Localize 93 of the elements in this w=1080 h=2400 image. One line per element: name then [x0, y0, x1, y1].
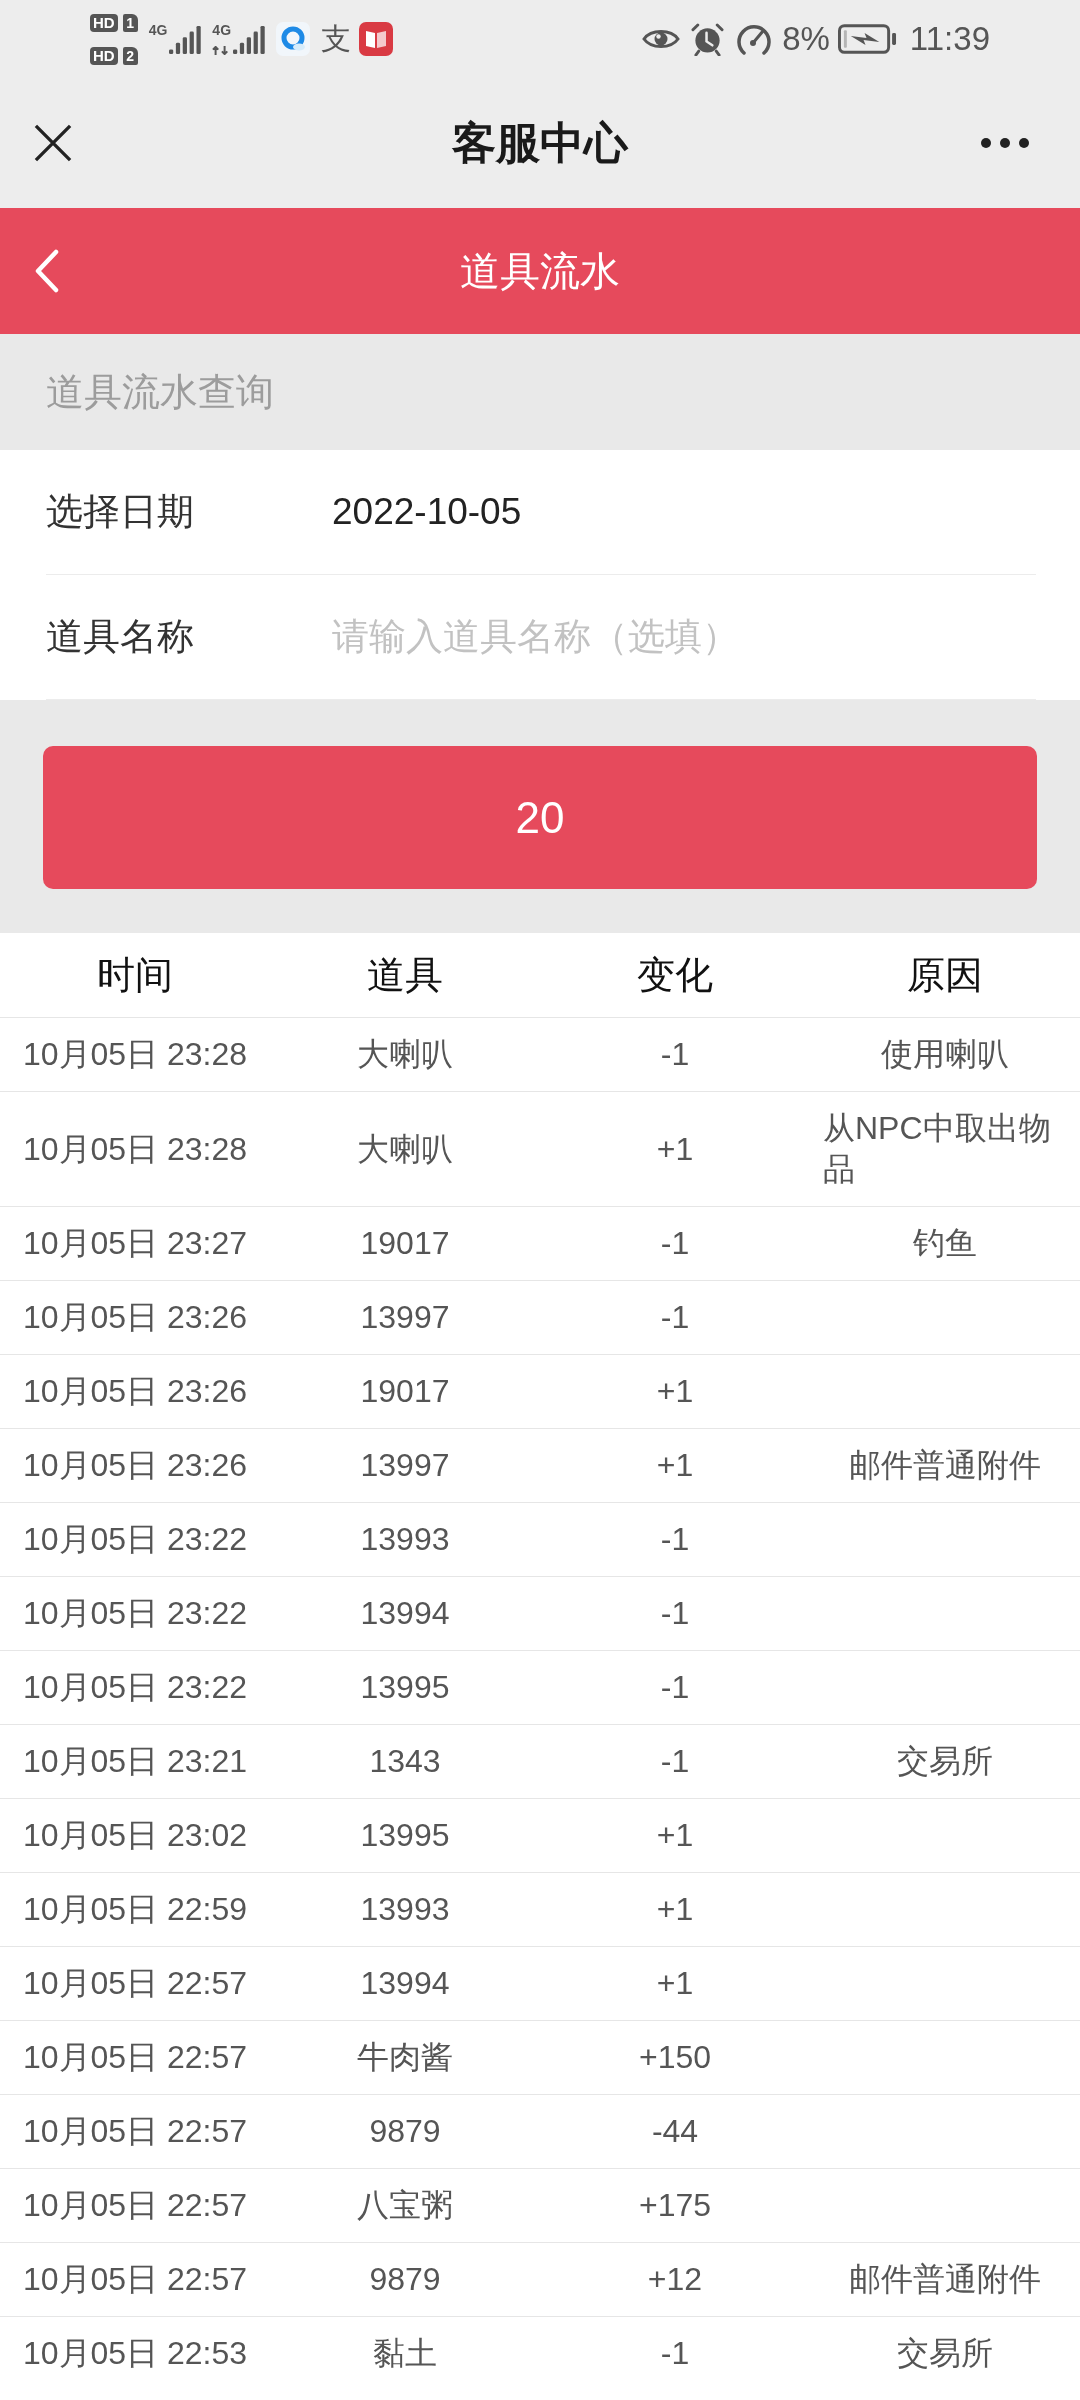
- column-header: 时间: [96, 952, 174, 998]
- table-cell-text: 交易所: [897, 1742, 993, 1781]
- table-cell-text: 10月05日 23:21: [21, 1742, 249, 1781]
- book-app-icon: [359, 22, 394, 56]
- column-header: 道具: [366, 952, 444, 998]
- table-cell-text: 10月05日 23:22: [21, 1594, 249, 1633]
- alarm-clock-icon: [691, 22, 725, 56]
- table-cell-text: +1: [655, 1890, 695, 1929]
- more-dots-icon: [980, 137, 1030, 149]
- sim-slot-badge: 1: [122, 13, 138, 32]
- table-cell-text: +1: [655, 1446, 695, 1485]
- battery-charging-icon: [837, 24, 897, 54]
- table-cell-text: +1: [655, 1129, 695, 1169]
- table-cell-text: 八宝粥: [356, 2186, 454, 2225]
- table-cell-text: 10月05日 23:26: [21, 1446, 249, 1485]
- sim-hd-badge: HD: [90, 46, 118, 65]
- table-cell-text: -44: [650, 2112, 700, 2151]
- page-title: 道具流水: [460, 247, 620, 295]
- table-cell-text: 10月05日 22:57: [21, 2260, 249, 2299]
- table-cell-text: 13994: [359, 1594, 451, 1633]
- table-cell-text: +1: [655, 1816, 695, 1855]
- app-logo-glyph: 支: [321, 23, 352, 55]
- table-cell-text: 10月05日 22:57: [21, 2038, 249, 2077]
- back-chevron-icon: [34, 249, 60, 293]
- table-cell-text: 13995: [359, 1816, 451, 1855]
- table-cell-text: -1: [659, 2334, 691, 2373]
- network-type-label: 4G: [212, 23, 232, 37]
- table-cell-text: 19017: [359, 1372, 451, 1411]
- table-cell-text: 10月05日 22:57: [21, 1964, 249, 2003]
- table-cell-text: 黏土: [372, 2334, 438, 2373]
- table-cell-text: 10月05日 22:59: [21, 1890, 249, 1929]
- table-cell-text: 13993: [359, 1890, 451, 1929]
- table-cell-text: 10月05日 22:53: [21, 2334, 249, 2373]
- query-button[interactable]: 20: [43, 746, 1037, 889]
- table-cell-text: -1: [659, 1298, 691, 1337]
- table-cell-text: 13994: [359, 1964, 451, 2003]
- table-cell-text: 19017: [359, 1224, 451, 1263]
- table-cell-text: 10月05日 23:22: [21, 1520, 249, 1559]
- table-cell-text: 10月05日 23:26: [21, 1298, 249, 1337]
- table-cell-text: 邮件普通附件: [849, 2260, 1041, 2299]
- item-name-input[interactable]: 请输入道具名称（选填）: [332, 616, 1036, 658]
- network-type-label: 4G: [148, 23, 168, 37]
- table-cell-text: 1343: [368, 1742, 442, 1781]
- field-label: 选择日期: [46, 490, 195, 534]
- signal-bars-icon: [233, 25, 266, 55]
- date-field[interactable]: 2022-10-05: [332, 491, 522, 533]
- section-label: 道具流水查询: [46, 369, 274, 415]
- table-cell-text: 使用喇叭: [881, 1035, 1009, 1074]
- table-cell-text: +12: [646, 2260, 704, 2299]
- table-cell-text: -1: [659, 1668, 691, 1707]
- table-cell-text: 10月05日 23:28: [21, 1129, 249, 1169]
- clock-time: 11:39: [909, 20, 990, 58]
- table-cell-text: 10月05日 23:26: [21, 1372, 249, 1411]
- table-cell-text: -1: [659, 1224, 691, 1263]
- table-cell-text: 10月05日 23:02: [21, 1816, 249, 1855]
- table-cell-text: -1: [659, 1520, 691, 1559]
- close-icon: [34, 124, 72, 162]
- table-cell-text: 13993: [359, 1520, 451, 1559]
- table-cell-text: 大喇叭: [356, 1035, 454, 1074]
- column-header: 变化: [636, 952, 714, 998]
- table-cell-text: 10月05日 23:22: [21, 1668, 249, 1707]
- table-cell-text: 13997: [359, 1446, 451, 1485]
- table-cell-text: 钓鱼: [913, 1224, 977, 1263]
- table-cell-text: +150: [637, 2038, 713, 2077]
- table-cell-text: +1: [655, 1964, 695, 2003]
- eye-icon: [642, 27, 681, 51]
- field-label: 道具名称: [46, 615, 195, 659]
- table-cell-text: -1: [659, 1594, 691, 1633]
- table-cell-text: -1: [659, 1035, 691, 1074]
- table-cell-text: 10月05日 23:28: [21, 1035, 249, 1074]
- table-cell-text: 10月05日 23:27: [21, 1224, 249, 1263]
- sim-slot-badge: 2: [122, 46, 138, 65]
- table-cell-text: -1: [659, 1742, 691, 1781]
- speed-gauge-icon: [736, 22, 773, 56]
- window-title: 客服中心: [452, 116, 628, 169]
- table-cell-text: 9879: [368, 2260, 442, 2299]
- sim-hd-badge: HD: [90, 13, 118, 32]
- signal-bars-icon: [169, 25, 202, 55]
- column-header: 原因: [906, 952, 984, 998]
- ring-app-icon: [276, 22, 311, 56]
- table-cell-text: 10月05日 22:57: [21, 2186, 249, 2225]
- table-cell-text: 从NPC中取出物品: [823, 1109, 1052, 1189]
- table-cell-text: 牛肉酱: [356, 2038, 454, 2077]
- table-cell-text: 10月05日 22:57: [21, 2112, 249, 2151]
- table-cell-text: 大喇叭: [356, 1129, 454, 1169]
- table-cell-text: 邮件普通附件: [849, 1446, 1041, 1485]
- table-cell-text: 交易所: [897, 2334, 993, 2373]
- table-cell-text: 13997: [359, 1298, 451, 1337]
- table-cell-text: 9879: [368, 2112, 442, 2151]
- battery-percent: 8%: [782, 20, 830, 58]
- table-cell-text: 13995: [359, 1668, 451, 1707]
- table-cell-text: +175: [637, 2186, 713, 2225]
- table-cell-text: +1: [655, 1372, 695, 1411]
